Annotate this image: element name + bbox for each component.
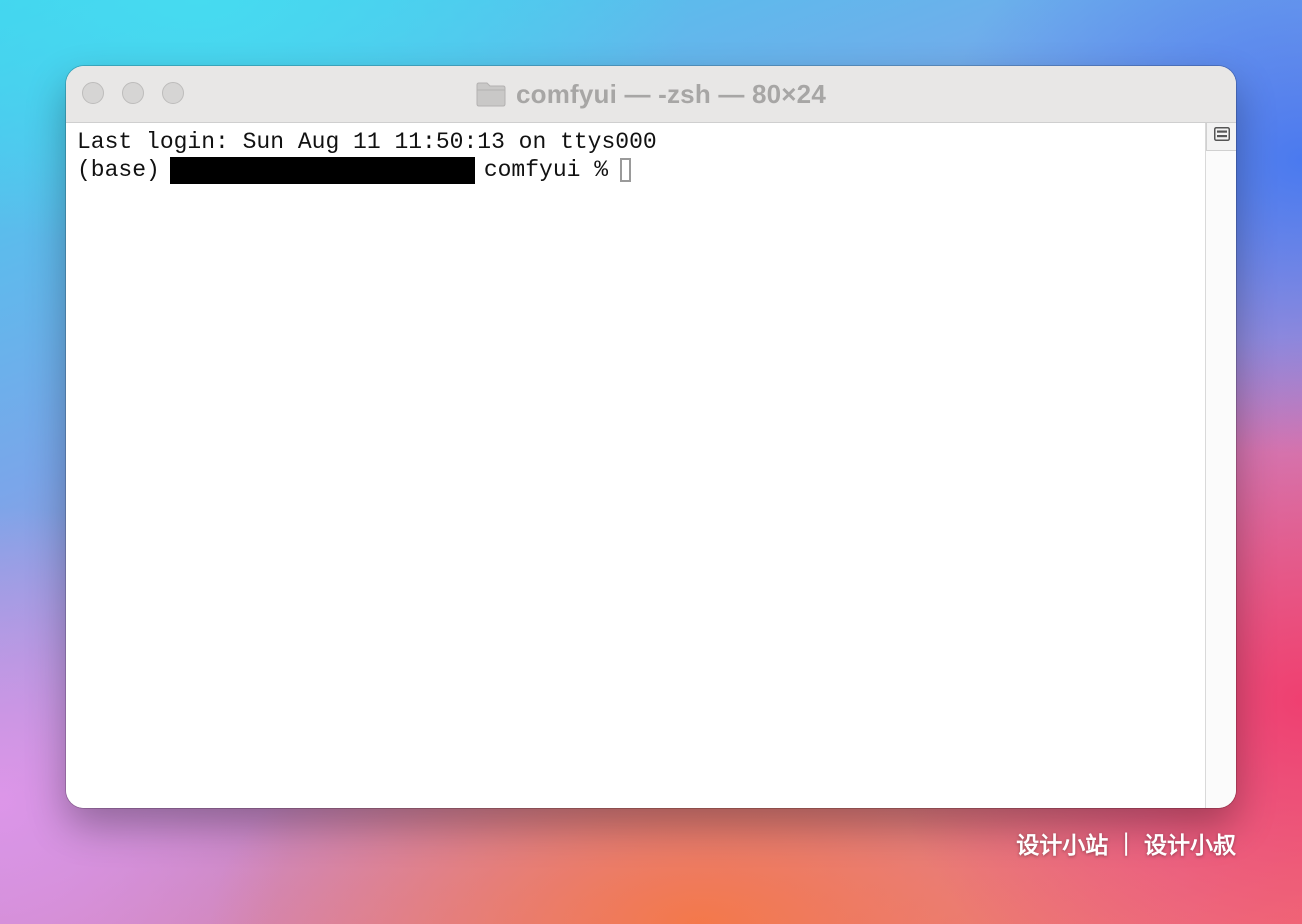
watermark-right: 设计小叔 <box>1144 833 1236 859</box>
title-bar[interactable]: comfyui — -zsh — 80×24 <box>66 66 1236 123</box>
text-cursor[interactable] <box>620 158 632 182</box>
window-title-group: comfyui — -zsh — 80×24 <box>66 66 1236 122</box>
prompt-prefix: (base) <box>77 157 160 183</box>
terminal-content[interactable]: Last login: Sun Aug 11 11:50:13 on ttys0… <box>66 123 1206 808</box>
vertical-scrollbar[interactable] <box>1205 123 1236 808</box>
watermark-left: 设计小站 <box>1016 833 1109 859</box>
watermark-separator: | <box>1122 830 1130 856</box>
prompt-suffix: comfyui % <box>483 157 609 183</box>
last-login-text: Last login: Sun Aug 11 11:50:13 on ttys0… <box>77 129 657 155</box>
redacted-block <box>169 156 475 184</box>
folder-icon <box>476 81 506 107</box>
window-title: comfyui — -zsh — 80×24 <box>515 78 826 109</box>
watermark: 设计小站 | 设计小叔 <box>1016 826 1236 860</box>
terminal-line-prompt: (base) comfyui % <box>77 156 1206 184</box>
terminal-line-last-login: Last login: Sun Aug 11 11:50:13 on ttys0… <box>77 128 1206 156</box>
terminal-window[interactable]: comfyui — -zsh — 80×24 Last login: Sun A… <box>66 66 1236 808</box>
split-pane-icon <box>1213 127 1230 146</box>
split-pane-button[interactable] <box>1206 123 1236 151</box>
